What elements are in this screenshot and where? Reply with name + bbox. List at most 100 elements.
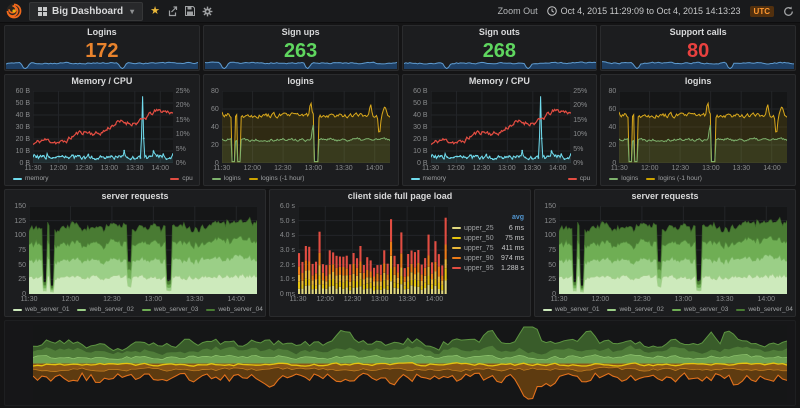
logins-chart[interactable]: 80604020011:3012:0012:3013:0013:3014:00l… xyxy=(206,88,396,184)
legend-item-cpu[interactable]: cpu xyxy=(568,175,590,182)
y-axis-tick: 60 xyxy=(603,106,616,113)
legend-item-web-server-01[interactable]: web_server_01 xyxy=(543,306,599,313)
y-axis-tick: 80 xyxy=(603,88,616,95)
legend-swatch xyxy=(607,309,616,311)
panel-server-requests-2: server requests 150125100755025011:3012:… xyxy=(534,189,796,317)
legend-row-upper-95[interactable]: upper_951.288 s xyxy=(450,263,526,273)
time-range-picker[interactable]: Oct 4, 2015 11:29:09 to Oct 4, 2015 14:1… xyxy=(547,6,741,16)
plot-area[interactable] xyxy=(619,91,787,163)
y-axis-tick: 50 xyxy=(537,262,556,269)
y-axis-tick: 100 xyxy=(7,232,26,239)
legend: web_server_01 web_server_02 web_server_03 w… xyxy=(543,304,789,315)
x-axis-tick: 13:30 xyxy=(524,165,542,172)
x-axis-tick: 14:00 xyxy=(366,165,384,172)
x-axis-tick: 12:30 xyxy=(633,296,651,303)
plot-area[interactable] xyxy=(431,91,571,163)
legend-label: web_server_02 xyxy=(89,306,133,313)
navbar-right: Zoom Out Oct 4, 2015 11:29:09 to Oct 4, … xyxy=(498,6,794,17)
legend-item-web-server-04[interactable]: web_server_04 xyxy=(206,306,262,313)
memory-cpu-chart[interactable]: 60 B50 B40 B30 B20 B10 B0 B25%20%15%10%5… xyxy=(405,88,595,184)
panel-title[interactable]: Support calls xyxy=(601,26,795,39)
zoom-out-button[interactable]: Zoom Out xyxy=(498,6,538,16)
x-axis-tick: 13:00 xyxy=(702,165,720,172)
legend-item-web-server-03[interactable]: web_server_03 xyxy=(672,306,728,313)
legend-item-memory[interactable]: memory xyxy=(411,175,446,182)
legend-item-memory[interactable]: memory xyxy=(13,175,48,182)
legend-row-upper-90[interactable]: upper_90974 ms xyxy=(450,253,526,263)
timezone-badge[interactable]: UTC xyxy=(750,6,774,17)
y-axis-tick: 3.0 s xyxy=(272,247,295,254)
server-requests-chart[interactable]: 150125100755025011:3012:0012:3013:0013:3… xyxy=(537,203,793,315)
logins-chart[interactable]: 80604020011:3012:0012:3013:0013:3014:00l… xyxy=(603,88,793,184)
panel-title[interactable]: logins xyxy=(601,75,795,88)
legend-label: memory xyxy=(423,175,446,182)
refresh-icon[interactable] xyxy=(783,6,794,17)
panel-title[interactable]: logins xyxy=(204,75,398,88)
panel-title[interactable]: Memory / CPU xyxy=(5,75,199,88)
x-axis-tick: 12:30 xyxy=(103,296,121,303)
plot-area[interactable] xyxy=(222,91,390,163)
legend-item-logins[interactable]: logins xyxy=(609,175,638,182)
star-icon[interactable]: ★ xyxy=(150,6,160,17)
dashboard-picker[interactable]: Big Dashboard ▾ xyxy=(29,2,143,21)
legend-swatch xyxy=(212,178,221,180)
legend-label: logins xyxy=(621,175,638,182)
legend-row-upper-75[interactable]: upper_75411 ms xyxy=(450,243,526,253)
legend-label: web_server_04 xyxy=(748,306,792,313)
legend-row-upper-25[interactable]: upper_256 ms xyxy=(450,223,526,233)
legend-label: logins (-1 hour) xyxy=(261,175,305,182)
legend-label: web_server_03 xyxy=(154,306,198,313)
legend-swatch xyxy=(170,178,179,180)
legend-item-web-server-04[interactable]: web_server_04 xyxy=(736,306,792,313)
legend-avg-header: avg xyxy=(450,213,526,223)
x-axis-tick: 13:30 xyxy=(733,165,751,172)
share-icon[interactable] xyxy=(167,6,178,17)
legend-row-upper-50[interactable]: upper_5075 ms xyxy=(450,233,526,243)
y-axis-tick: 40 xyxy=(603,124,616,131)
streamgraph-chart[interactable] xyxy=(7,323,793,404)
legend-item-web-server-03[interactable]: web_server_03 xyxy=(142,306,198,313)
x-axis-tick: 14:00 xyxy=(228,296,246,303)
plot-area[interactable] xyxy=(33,325,787,402)
row-graphs-small: Memory / CPU 60 B50 B40 B30 B20 B10 B0 B… xyxy=(4,74,796,186)
save-icon[interactable] xyxy=(185,6,195,16)
plot-area[interactable] xyxy=(298,206,448,294)
panel-title[interactable]: Sign ups xyxy=(204,26,398,39)
client-page-load-chart[interactable]: 6.0 s5.0 s4.0 s3.0 s2.0 s1.0 s0 ms11:301… xyxy=(272,203,528,315)
singlestat-value: 80 xyxy=(601,39,795,63)
legend-swatch xyxy=(452,227,461,229)
dashboard-grid: Logins 172 Sign ups 263 Sign outs 268 Su… xyxy=(0,23,800,408)
plot-area[interactable] xyxy=(559,206,787,294)
panel-logins-graph: logins 80604020011:3012:0012:3013:0013:3… xyxy=(203,74,399,186)
legend-item-cpu[interactable]: cpu xyxy=(170,175,192,182)
legend-label: web_server_03 xyxy=(684,306,728,313)
legend-item-web-server-02[interactable]: web_server_02 xyxy=(607,306,663,313)
panel-title[interactable]: Memory / CPU xyxy=(403,75,597,88)
grafana-logo[interactable] xyxy=(6,3,22,19)
legend-item-logins-1-hour-[interactable]: logins (-1 hour) xyxy=(249,175,305,182)
panel-title[interactable]: server requests xyxy=(535,190,795,203)
y-axis-tick-right: 20% xyxy=(176,102,197,109)
legend: logins logins (-1 hour) xyxy=(212,173,392,184)
memory-cpu-chart[interactable]: 60 B50 B40 B30 B20 B10 B0 B25%20%15%10%5… xyxy=(7,88,197,184)
plot-area[interactable] xyxy=(33,91,173,163)
legend-item-logins-1-hour-[interactable]: logins (-1 hour) xyxy=(646,175,702,182)
panel-title[interactable]: Logins xyxy=(5,26,199,39)
dashboard-title: Big Dashboard xyxy=(52,6,123,17)
legend-label: cpu xyxy=(580,175,590,182)
panel-logins-graph-2: logins 80604020011:3012:0012:3013:0013:3… xyxy=(600,74,796,186)
legend-item-web-server-01[interactable]: web_server_01 xyxy=(13,306,69,313)
legend-avg-value: 974 ms xyxy=(501,255,524,262)
panel-title[interactable]: client side full page load xyxy=(270,190,530,203)
panel-sign-outs: Sign outs 268 xyxy=(402,25,598,71)
legend-item-logins[interactable]: logins xyxy=(212,175,241,182)
plot-area[interactable] xyxy=(29,206,257,294)
panel-title[interactable]: server requests xyxy=(5,190,265,203)
server-requests-chart[interactable]: 150125100755025011:3012:0012:3013:0013:3… xyxy=(7,203,263,315)
time-range-text: Oct 4, 2015 11:29:09 to Oct 4, 2015 14:1… xyxy=(561,6,741,16)
gear-icon[interactable] xyxy=(202,6,213,17)
legend-item-web-server-02[interactable]: web_server_02 xyxy=(77,306,133,313)
legend-swatch xyxy=(411,178,420,180)
y-axis-tick: 20 B xyxy=(7,136,30,143)
panel-title[interactable]: Sign outs xyxy=(403,26,597,39)
